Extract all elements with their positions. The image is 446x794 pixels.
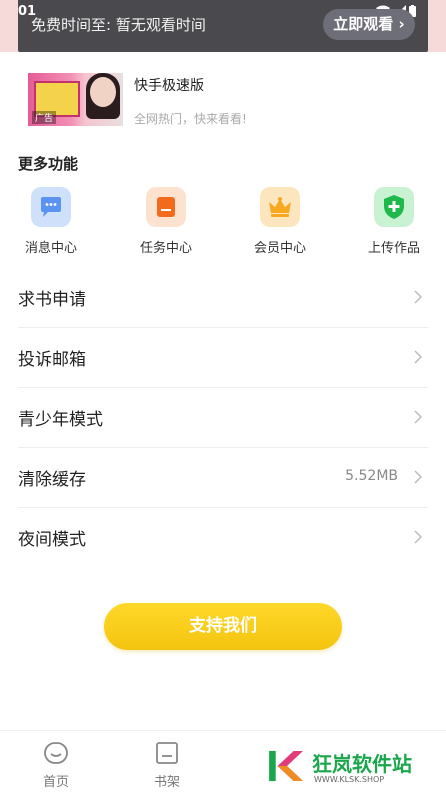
menu-item-night-mode[interactable]: 夜间模式 [18, 508, 428, 568]
menu-item-book-request[interactable]: 求书申请 [18, 268, 428, 328]
chevron-right-icon [414, 350, 422, 364]
message-icon [31, 187, 71, 227]
chevron-right-icon [414, 410, 422, 424]
nav-label: 书架 [153, 775, 180, 790]
feature-label: 消息中心 [24, 241, 77, 256]
more-features-title: 更多功能 [18, 155, 79, 173]
menu-item-label: 投诉邮箱 [18, 350, 86, 370]
watermark: 狂岚软件站 WWW.KLSK.SHOP [268, 748, 433, 786]
chevron-right-icon: › [393, 15, 405, 33]
ad-tag: 广告 [32, 111, 57, 124]
bookshelf-icon [156, 742, 178, 764]
chevron-right-icon [414, 290, 422, 304]
crown-icon [260, 187, 300, 227]
feature-label: 上传作品 [367, 241, 420, 256]
menu-item-label: 求书申请 [18, 290, 86, 310]
nav-home[interactable]: 首页 [26, 741, 86, 790]
watermark-url: WWW.KLSK.SHOP [314, 775, 385, 784]
home-icon [44, 742, 68, 764]
feature-label: 会员中心 [253, 241, 306, 256]
watermark-text: 狂岚软件站 [312, 752, 412, 776]
cache-size-value: 5.52MB [345, 468, 398, 484]
support-us-button[interactable]: 支持我们 [104, 603, 342, 650]
chevron-right-icon [414, 470, 422, 484]
chevron-right-icon [414, 530, 422, 544]
watch-now-button[interactable]: 立即观看 › [323, 9, 415, 40]
watermark-logo-icon [269, 750, 303, 782]
feature-upload-works[interactable]: 上传作品 [354, 187, 434, 257]
menu-item-complaint-email[interactable]: 投诉邮箱 [18, 328, 428, 388]
watch-now-label: 立即观看 [333, 15, 394, 33]
task-icon [146, 187, 186, 227]
upload-shield-icon [374, 187, 414, 227]
ad-thumbnail: 广告 [28, 73, 123, 126]
nav-bookshelf[interactable]: 书架 [137, 741, 197, 790]
feature-member-center[interactable]: 会员中心 [240, 187, 320, 257]
feature-message-center[interactable]: 消息中心 [11, 187, 91, 257]
ad-title: 快手极速版 [134, 78, 204, 94]
ad-description: 全网热门，快来看看! [134, 112, 247, 126]
menu-item-clear-cache[interactable]: 清除缓存 5.52MB [18, 448, 428, 508]
menu-item-teen-mode[interactable]: 青少年模式 [18, 388, 428, 448]
menu-item-label: 夜间模式 [18, 530, 86, 550]
free-time-text: 免费时间至: 暂无观看时间 [31, 16, 206, 34]
feature-task-center[interactable]: 任务中心 [126, 187, 206, 257]
ad-card[interactable]: 广告 快手极速版 全网热门，快来看看! [28, 73, 428, 129]
feature-label: 任务中心 [139, 241, 192, 256]
nav-label: 首页 [42, 775, 69, 790]
menu-item-label: 青少年模式 [18, 410, 103, 430]
menu-item-label: 清除缓存 [18, 470, 86, 490]
